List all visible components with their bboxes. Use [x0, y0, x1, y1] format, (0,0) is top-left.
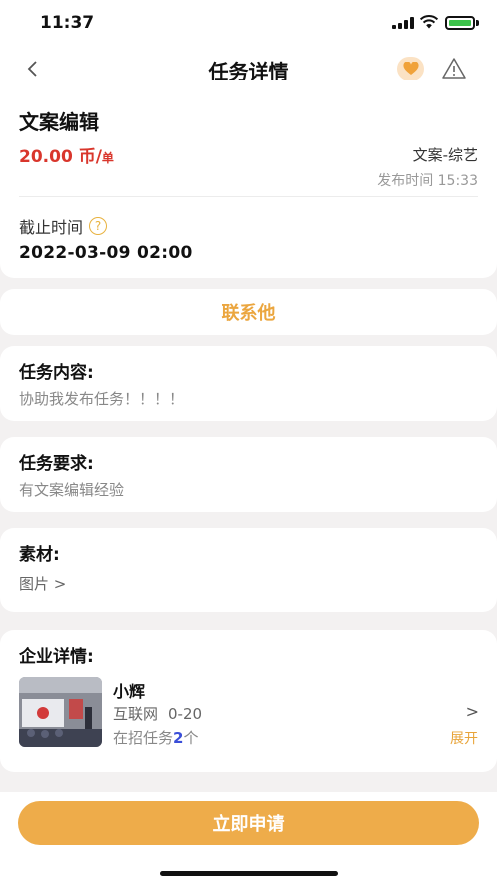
status-bar: 11:37 [0, 0, 497, 44]
company-industry-text: 互联网 [113, 705, 159, 723]
company-name: 小辉 [113, 682, 146, 701]
deadline-label-text: 截止时间 [19, 218, 84, 237]
price-value: 20.00 币/ [19, 147, 102, 167]
company-size: 0-20 [168, 705, 203, 723]
section-title: 任务要求: [19, 454, 94, 474]
publish-time: 发布时间 15:33 [377, 173, 478, 189]
home-indicator [160, 871, 338, 876]
task-title: 文案编辑 [19, 110, 99, 134]
company-photo[interactable] [19, 677, 102, 747]
contact-button[interactable]: 联系他 [0, 289, 497, 335]
material-images-link[interactable]: 图片 > [19, 573, 66, 594]
task-requirements-text: 有文案编辑经验 [19, 481, 125, 499]
chevron-right-icon[interactable]: > [466, 702, 479, 721]
deadline-label: 截止时间 ? [19, 214, 108, 238]
company-industry: 互联网 0-20 [113, 703, 202, 724]
section-title: 任务内容: [19, 363, 94, 383]
task-price: 20.00 币/单 [19, 142, 114, 167]
divider [19, 196, 478, 197]
wifi-icon [419, 15, 439, 29]
company-card: 企业详情: 小辉 互联网 0-20 在招任务2个 > 展开 [0, 630, 497, 772]
apply-button[interactable]: 立即申请 [18, 801, 479, 845]
question-icon[interactable]: ? [89, 217, 108, 235]
company-open-tasks: 在招任务2个 [113, 727, 198, 748]
heart-icon [402, 62, 419, 75]
jobs-count: 2 [173, 729, 184, 747]
jobs-suffix: 个 [183, 729, 199, 747]
task-content-card: 任务内容: 协助我发布任务！！！！ [0, 346, 497, 421]
section-title: 企业详情: [19, 647, 94, 667]
task-summary-card: 文案编辑 20.00 币/单 文案-综艺 发布时间 15:33 截止时间 ? 2… [0, 80, 497, 278]
expand-button[interactable]: 展开 [450, 728, 478, 748]
favorite-button[interactable] [397, 57, 424, 81]
task-requirements-card: 任务要求: 有文案编辑经验 [0, 437, 497, 512]
warning-icon[interactable] [441, 56, 467, 82]
material-card: 素材: 图片 > [0, 528, 497, 612]
section-title: 素材: [19, 545, 60, 565]
price-unit: 单 [101, 151, 114, 165]
deadline-value: 2022-03-09 02:00 [19, 243, 193, 263]
bottom-bar: 立即申请 [0, 792, 497, 883]
battery-icon [445, 16, 475, 30]
contact-label: 联系他 [221, 303, 276, 324]
jobs-prefix: 在招任务 [113, 729, 174, 747]
task-content-text: 协助我发布任务！！！！ [19, 390, 185, 408]
task-category: 文案-综艺 [412, 146, 478, 164]
status-time: 11:37 [40, 13, 95, 33]
signal-icon [392, 17, 414, 29]
